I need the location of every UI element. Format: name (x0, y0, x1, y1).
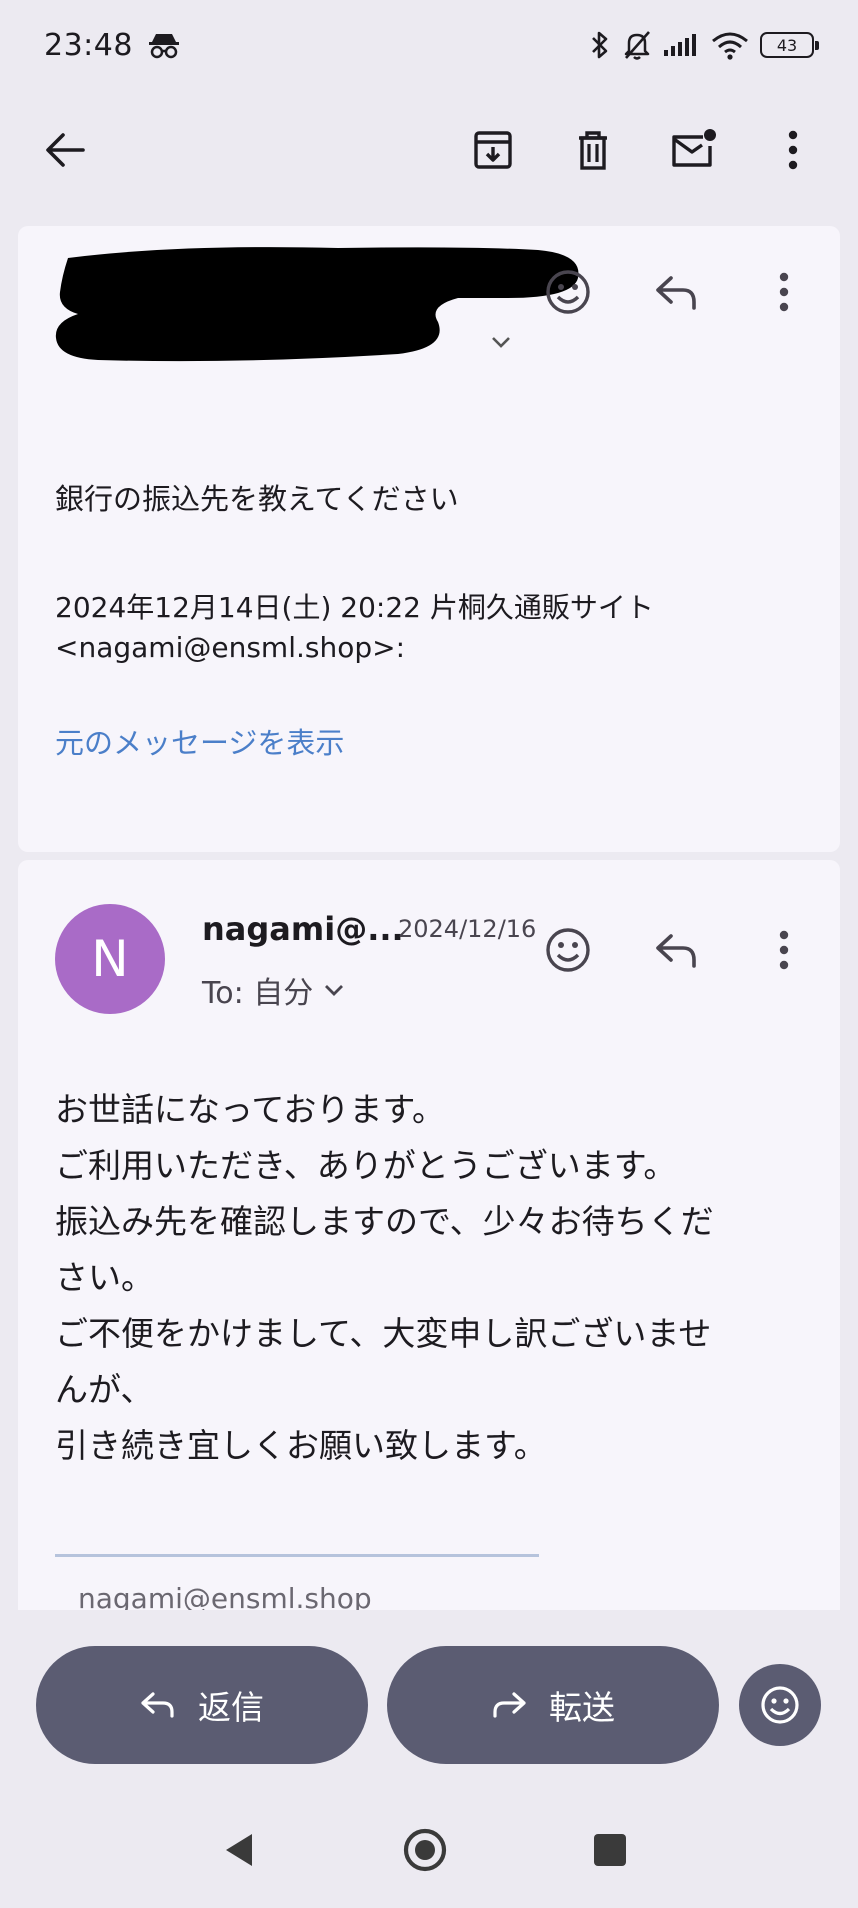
forward-label: 転送 (549, 1688, 615, 1727)
emoji-icon (761, 1686, 799, 1724)
forward-icon (493, 1692, 526, 1718)
recipient-label: To: 自分 (202, 976, 314, 1011)
chevron-down-icon (325, 985, 344, 996)
quote-header-line1: 2024年12月14日(土) 20:22 片桐久通販サイト (55, 591, 654, 624)
body-line: さい。 (55, 1258, 154, 1297)
signal-icon (662, 30, 700, 60)
body-line: 引き続き宜しくお願い致します。 (55, 1426, 547, 1465)
battery-icon: 43 (760, 32, 819, 58)
reply-button[interactable]: 返信 (36, 1646, 368, 1764)
muted-bell-icon (622, 29, 652, 61)
status-time: 23:48 (44, 27, 133, 63)
wifi-icon (710, 30, 750, 60)
system-nav-bar (0, 1810, 858, 1900)
chevron-down-icon[interactable] (490, 334, 512, 353)
avatar[interactable]: N (55, 904, 165, 1014)
signature-text: nagami@ensml.shop (78, 1582, 372, 1610)
react-emoji-button[interactable] (739, 1664, 821, 1746)
nav-back-icon[interactable] (200, 1810, 280, 1890)
nav-recents-icon[interactable] (570, 1810, 650, 1890)
quoted-subject: 銀行の振込先を教えてください (55, 482, 459, 516)
body-line: ご利用いただき、ありがとうございます。 (55, 1146, 677, 1185)
status-bar: 23:48 43 (0, 0, 858, 90)
bottom-action-bar: 返信 転送 (0, 1646, 858, 1764)
reply-icon[interactable] (638, 254, 714, 330)
quote-header: 2024年12月14日(土) 20:22 片桐久通販サイト <nagami@en… (55, 588, 654, 668)
archive-icon[interactable] (458, 115, 528, 185)
add-reaction-icon[interactable] (530, 912, 606, 988)
body-line: ご不便をかけまして、大変申し訳ございませ (55, 1314, 712, 1353)
delete-icon[interactable] (558, 115, 628, 185)
message-more-icon[interactable] (746, 254, 822, 330)
mark-unread-icon[interactable] (658, 115, 728, 185)
reply-label: 返信 (198, 1688, 264, 1727)
incognito-icon (147, 30, 181, 60)
recipient-details-toggle[interactable]: To: 自分 (202, 968, 345, 1012)
show-original-link[interactable]: 元のメッセージを表示 (55, 720, 344, 762)
message-more-icon[interactable] (746, 912, 822, 988)
top-app-bar (0, 100, 858, 200)
nav-home-icon[interactable] (385, 1810, 465, 1890)
back-arrow-icon[interactable] (30, 115, 100, 185)
message-date: 2024/12/16 (398, 915, 537, 943)
reply-icon (141, 1692, 174, 1718)
bluetooth-icon (588, 29, 612, 61)
message-card-previous: 銀行の振込先を教えてください 2024年12月14日(土) 20:22 片桐久通… (18, 226, 840, 852)
body-line: んが、 (55, 1370, 154, 1409)
redacted-sender-block (55, 247, 579, 362)
reply-icon[interactable] (638, 912, 714, 988)
add-reaction-icon[interactable] (530, 254, 606, 330)
message-card-latest: N nagami@... 2024/12/16 To: 自分 お世話になっており… (18, 860, 840, 1610)
forward-button[interactable]: 転送 (387, 1646, 719, 1764)
sender-name[interactable]: nagami@... (202, 910, 404, 948)
status-icons: 43 (588, 29, 819, 61)
message-body: お世話になっております。 ご利用いただき、ありがとうございます。 振込み先を確認… (55, 1082, 815, 1474)
quote-header-line2: <nagami@ensml.shop>: (55, 631, 405, 664)
more-vert-icon[interactable] (758, 115, 828, 185)
signature-divider (55, 1554, 539, 1557)
body-line: お世話になっております。 (55, 1090, 446, 1129)
body-line: 振込み先を確認しますので、少々お待ちくだ (55, 1202, 714, 1241)
